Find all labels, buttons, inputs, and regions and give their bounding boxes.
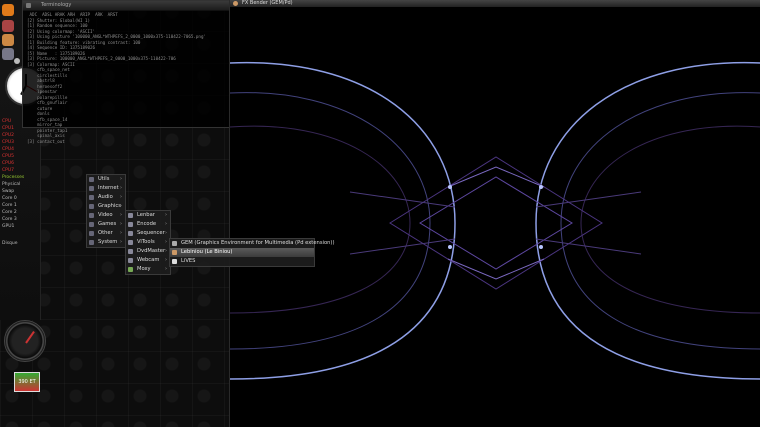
stat-label: Core 2 [2, 210, 17, 215]
menu-item-other[interactable]: Other › [87, 229, 125, 238]
stat-label: Core 0 [2, 196, 17, 201]
cpu-label: CPU7 [2, 168, 15, 173]
lives-icon [172, 259, 177, 264]
gem-icon [172, 241, 177, 246]
chevron-right-icon: › [165, 239, 167, 245]
submenu-item-moxy[interactable]: Moxy › [126, 265, 170, 274]
chevron-right-icon: › [165, 212, 167, 218]
games-icon [89, 222, 94, 227]
chevron-right-icon: › [120, 176, 122, 182]
terminal-line: [3] contact_out [27, 138, 65, 144]
chevron-right-icon: › [165, 257, 167, 263]
chevron-right-icon: › [120, 212, 122, 218]
submenu-item-lives[interactable]: LiVES [170, 257, 314, 266]
menu-item-audio[interactable]: Audio › [87, 193, 125, 202]
cpu-label: CPU5 [2, 154, 15, 159]
dvdmaster-icon [128, 249, 133, 254]
cpu-label: CPU3 [2, 140, 15, 145]
menu-item-internet[interactable]: Internet › [87, 184, 125, 193]
tray-label: 390 ET [18, 379, 36, 385]
chevron-right-icon: › [120, 203, 122, 209]
chevron-right-icon: › [165, 230, 167, 236]
lebiniou-icon [172, 250, 177, 255]
visualizer-canvas [230, 7, 760, 427]
terminal-titlebar[interactable]: Terminology [23, 1, 231, 11]
moxy-icon [128, 267, 133, 272]
lenbar-icon [128, 213, 133, 218]
video-icon [89, 213, 94, 218]
submenu-item-vitools[interactable]: ViTools › [126, 238, 170, 247]
chevron-right-icon: › [165, 266, 167, 272]
video-submenu[interactable]: Lenbar › Encode › Sequencer › ViTools › DvdM… [125, 210, 171, 275]
tray-indicator[interactable]: 390 ET [14, 372, 40, 392]
terminal-line: [3] Using picture '100000_ANGL*WTHPEFS_2… [27, 34, 206, 39]
visualizer-window[interactable]: FX Bender (GEM/Pd) [229, 0, 760, 427]
menu-item-video[interactable]: Video › [87, 211, 125, 220]
visualizer-title: FX Bender (GEM/Pd) [242, 0, 293, 6]
terminal-icon [26, 3, 31, 8]
app-icon [233, 1, 238, 6]
app-icon-3[interactable] [2, 48, 14, 60]
main-menu[interactable]: Utils › Internet › Audio › Graphics › Video ›… [86, 174, 126, 248]
terminal-title: Terminology [41, 2, 72, 8]
chevron-right-icon: › [120, 185, 122, 191]
menu-item-utils[interactable]: Utils › [87, 175, 125, 184]
xfce-menu-icon[interactable] [2, 4, 14, 16]
vitools-icon [128, 240, 133, 245]
submenu-item-lebiniou[interactable]: Lebiniou (Le Biniou) [170, 248, 314, 257]
stat-label: Core 1 [2, 203, 17, 208]
audio-icon [89, 195, 94, 200]
cpu-label: CPU4 [2, 147, 15, 152]
stat-label: Core 3 [2, 217, 17, 222]
stat-label: Processes [2, 175, 25, 180]
submenu-item-sequencer[interactable]: Sequencer › [126, 229, 170, 238]
cpu-label: CPU2 [2, 133, 15, 138]
utils-icon [89, 177, 94, 182]
system-icon [89, 240, 94, 245]
encode-icon [128, 222, 133, 227]
internet-icon [89, 186, 94, 191]
submenu-item-dvdmaster[interactable]: DvdMaster › [126, 247, 170, 256]
stat-label: Swap [2, 189, 15, 194]
chevron-right-icon: › [120, 221, 122, 227]
disk-label: Disque [2, 241, 18, 246]
cpu-label: CPU1 [2, 126, 15, 131]
chevron-right-icon: › [120, 230, 122, 236]
webcam-icon [128, 258, 133, 263]
cpu-label: CPU6 [2, 161, 15, 166]
submenu-item-encode[interactable]: Encode › [126, 220, 170, 229]
submenu-item-webcam[interactable]: Webcam › [126, 256, 170, 265]
vitools-submenu[interactable]: GEM (Graphics Environment for Multimedia… [169, 238, 334, 267]
chevron-right-icon: › [120, 239, 122, 245]
sequencer-icon [128, 231, 133, 236]
visualizer-titlebar[interactable]: FX Bender (GEM/Pd) [230, 0, 760, 7]
system-monitor: CPU CPU1 CPU2 CPU3 CPU4 CPU5 CPU6 CPU7 P… [0, 118, 40, 318]
submenu-item-lenbar[interactable]: Lenbar › [126, 211, 170, 220]
app-icon-1[interactable] [2, 20, 14, 32]
menu-item-graphics[interactable]: Graphics › [87, 202, 125, 211]
menu-item-games[interactable]: Games › [87, 220, 125, 229]
app-icon-4[interactable] [14, 58, 20, 64]
menu-item-system[interactable]: System › [87, 238, 125, 247]
chevron-right-icon: › [120, 194, 122, 200]
graphics-icon [89, 204, 94, 209]
terminal-window[interactable]: Terminology ADC ADSL ARAK ARH ARIP ARK A… [22, 0, 232, 144]
app-icon-2[interactable] [2, 34, 14, 46]
cpu-label: CPU [2, 119, 12, 124]
stat-label: Physical [2, 182, 21, 187]
stat-label: GPU1 [2, 224, 15, 229]
chevron-right-icon: › [165, 221, 167, 227]
speed-gauge-icon [4, 320, 46, 362]
other-icon [89, 231, 94, 236]
submenu-item-gem[interactable]: GEM (Graphics Environment for Multimedia… [170, 239, 334, 248]
terminal-output[interactable]: ADC ADSL ARAK ARH ARIP ARK ARST [2] Shutt… [23, 11, 231, 145]
chevron-right-icon: › [165, 248, 167, 254]
